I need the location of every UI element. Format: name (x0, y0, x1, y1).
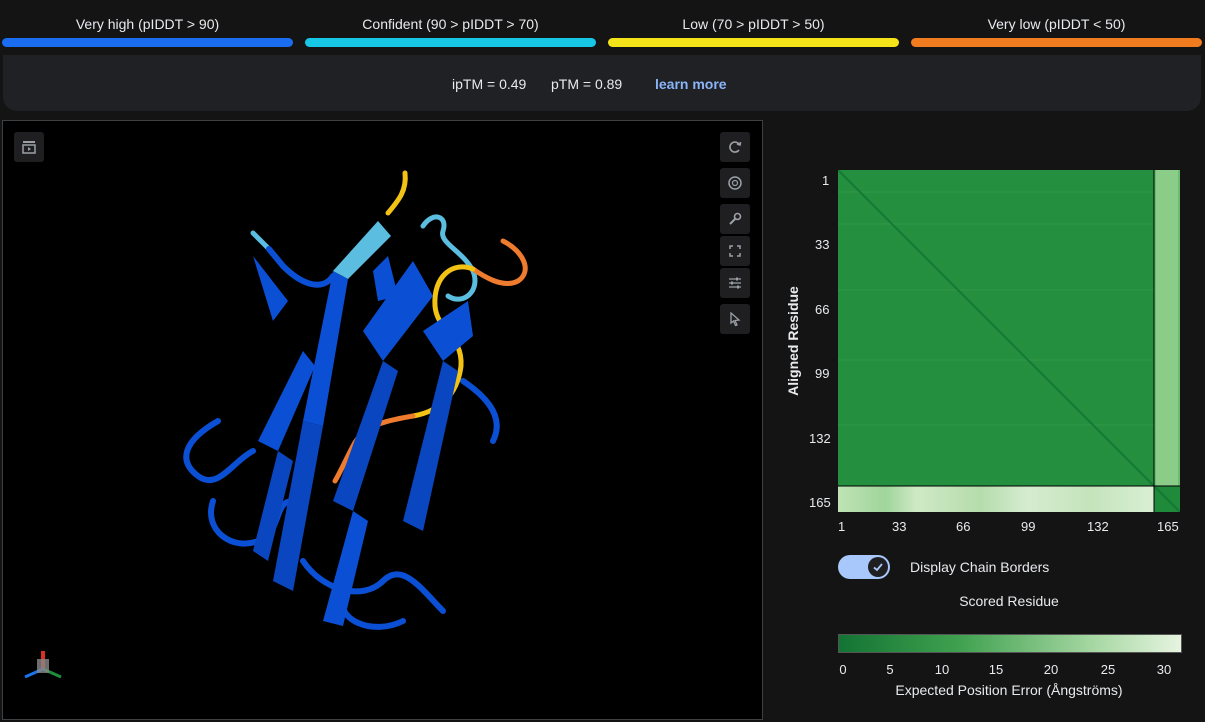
x-tick: 165 (1157, 519, 1179, 534)
legend-label: Confident (90 > pIDDT > 70) (362, 16, 539, 32)
y-tick: 132 (809, 431, 831, 446)
legend-label: Very high (pIDDT > 90) (75, 16, 220, 32)
legend-label: Very low (pIDDT < 50) (987, 16, 1126, 32)
y-tick: 66 (815, 302, 830, 317)
y-tick: 1 (822, 173, 830, 188)
plddt-legend: Very high (pIDDT > 90) Confident (90 > p… (0, 0, 1205, 50)
chain-borders-label: Display Chain Borders (910, 559, 1050, 575)
protein-structure[interactable] (3, 121, 762, 719)
legend-bar (608, 38, 899, 47)
legend-low: Low (70 > pIDDT > 50) (608, 0, 899, 50)
learn-more-link[interactable]: learn more (655, 76, 727, 92)
x-tick: 66 (956, 519, 971, 534)
x-tick: 99 (1021, 519, 1036, 534)
y-tick: 165 (809, 495, 831, 510)
confidence-scores-panel: ipTM = 0.49 pTM = 0.89 learn more (3, 55, 1201, 111)
iptm-score: ipTM = 0.49 (452, 76, 527, 92)
colorbar-tick: 30 (1156, 662, 1172, 677)
pae-heatmap[interactable] (838, 170, 1180, 512)
legend-very-low: Very low (pIDDT < 50) (911, 0, 1202, 50)
check-icon (868, 557, 888, 577)
colorbar-tick: 15 (988, 662, 1004, 677)
legend-bar (2, 38, 293, 47)
x-tick: 33 (892, 519, 907, 534)
legend-bar (911, 38, 1202, 47)
pae-x-axis-label: Scored Residue (959, 593, 1059, 609)
structure-viewer[interactable] (2, 120, 763, 720)
colorbar-title: Expected Position Error (Ångströms) (895, 682, 1123, 698)
colorbar-tick: 5 (886, 662, 894, 677)
x-tick: 132 (1087, 519, 1109, 534)
legend-very-high: Very high (pIDDT > 90) (2, 0, 293, 50)
y-tick: 33 (815, 237, 830, 252)
colorbar-tick: 0 (839, 662, 847, 677)
pae-y-axis-label: Aligned Residue (785, 286, 801, 396)
x-tick: 1 (838, 519, 846, 534)
legend-label: Low (70 > pIDDT > 50) (682, 16, 825, 32)
ptm-score: pTM = 0.89 (551, 76, 623, 92)
legend-confident: Confident (90 > pIDDT > 70) (305, 0, 596, 50)
pae-color-scale (838, 634, 1182, 653)
y-tick: 99 (815, 366, 830, 381)
chain-borders-toggle[interactable] (838, 555, 890, 579)
colorbar-tick: 25 (1100, 662, 1116, 677)
colorbar-tick: 20 (1043, 662, 1059, 677)
legend-bar (305, 38, 596, 47)
colorbar-tick: 10 (934, 662, 950, 677)
